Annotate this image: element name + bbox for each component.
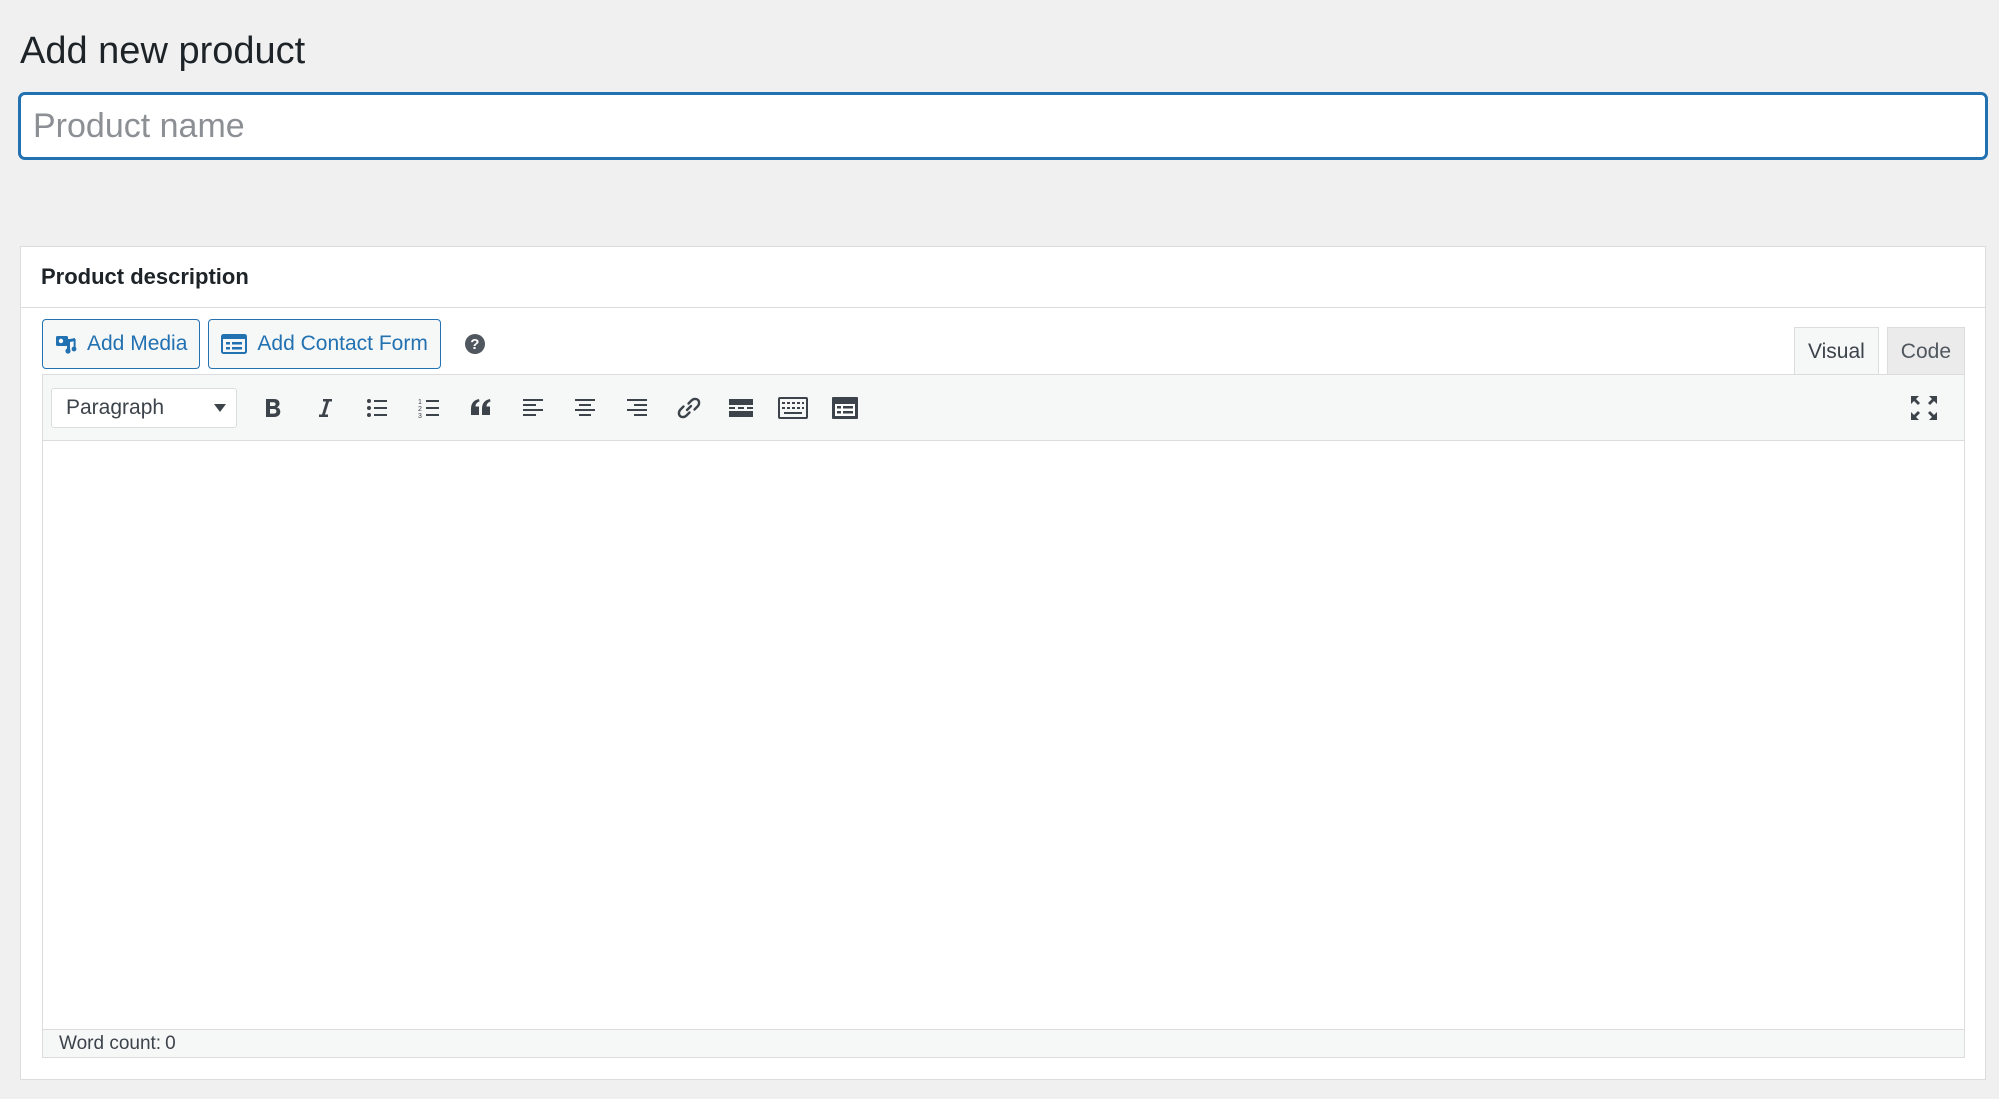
editor-tabs: Visual Code — [1793, 327, 1965, 375]
editor: Paragraph 1 2 3 Word count: 0 — [42, 374, 1965, 1058]
italic-button[interactable] — [299, 386, 351, 430]
word-count-label: Word count: — [59, 1032, 162, 1054]
read-more-icon — [728, 396, 754, 420]
bold-button[interactable] — [247, 386, 299, 430]
format-select[interactable]: Paragraph — [51, 387, 237, 428]
add-contact-form-label: Add Contact Form — [257, 332, 428, 355]
align-center-icon — [573, 396, 597, 420]
read-more-button[interactable] — [715, 386, 767, 430]
editor-toolbar: Paragraph 1 2 3 — [43, 375, 1964, 441]
svg-text:1: 1 — [418, 399, 422, 406]
product-description-box: Product description Add Media Add Contac… — [20, 246, 1986, 1080]
bulleted-list-button[interactable] — [351, 386, 403, 430]
contact-form-icon — [221, 333, 248, 355]
tab-visual[interactable]: Visual — [1793, 327, 1879, 375]
fullscreen-button[interactable] — [1898, 386, 1950, 430]
link-icon — [676, 395, 702, 421]
help-icon[interactable]: ? — [464, 334, 485, 354]
postbox-title: Product description — [41, 264, 249, 289]
chevron-down-icon — [214, 403, 226, 412]
insert-form-button[interactable] — [819, 386, 871, 430]
align-center-button[interactable] — [559, 386, 611, 430]
page-title: Add new product — [20, 30, 306, 72]
product-name-input[interactable] — [19, 93, 1987, 159]
toolbar-toggle-icon — [778, 396, 808, 420]
add-media-label: Add Media — [87, 332, 188, 355]
bulleted-list-icon — [365, 396, 389, 420]
blockquote-button[interactable] — [455, 386, 507, 430]
align-left-button[interactable] — [507, 386, 559, 430]
blockquote-icon — [468, 396, 494, 420]
insert-link-button[interactable] — [663, 386, 715, 430]
format-select-value: Paragraph — [66, 395, 165, 419]
numbered-list-icon: 1 2 3 — [417, 396, 441, 420]
align-right-button[interactable] — [611, 386, 663, 430]
toolbar-toggle-button[interactable] — [767, 386, 819, 430]
add-contact-form-button[interactable]: Add Contact Form — [208, 319, 441, 369]
italic-icon — [314, 396, 336, 420]
tab-code[interactable]: Code — [1886, 327, 1965, 375]
align-left-icon — [521, 396, 545, 420]
editor-content-area[interactable] — [43, 441, 1964, 1031]
media-buttons: Add Media Add Contact Form ? — [42, 319, 485, 369]
svg-text:2: 2 — [418, 406, 422, 413]
form-icon — [831, 395, 859, 421]
word-count-value: 0 — [165, 1032, 176, 1054]
add-media-button[interactable]: Add Media — [42, 319, 201, 369]
bold-icon — [262, 396, 284, 420]
word-count-bar: Word count: 0 — [43, 1029, 1964, 1057]
postbox-header: Product description — [21, 247, 1985, 308]
media-icon — [55, 333, 77, 355]
svg-text:3: 3 — [418, 413, 422, 420]
align-right-icon — [625, 396, 649, 420]
numbered-list-button[interactable]: 1 2 3 — [403, 386, 455, 430]
fullscreen-icon — [1909, 394, 1939, 422]
